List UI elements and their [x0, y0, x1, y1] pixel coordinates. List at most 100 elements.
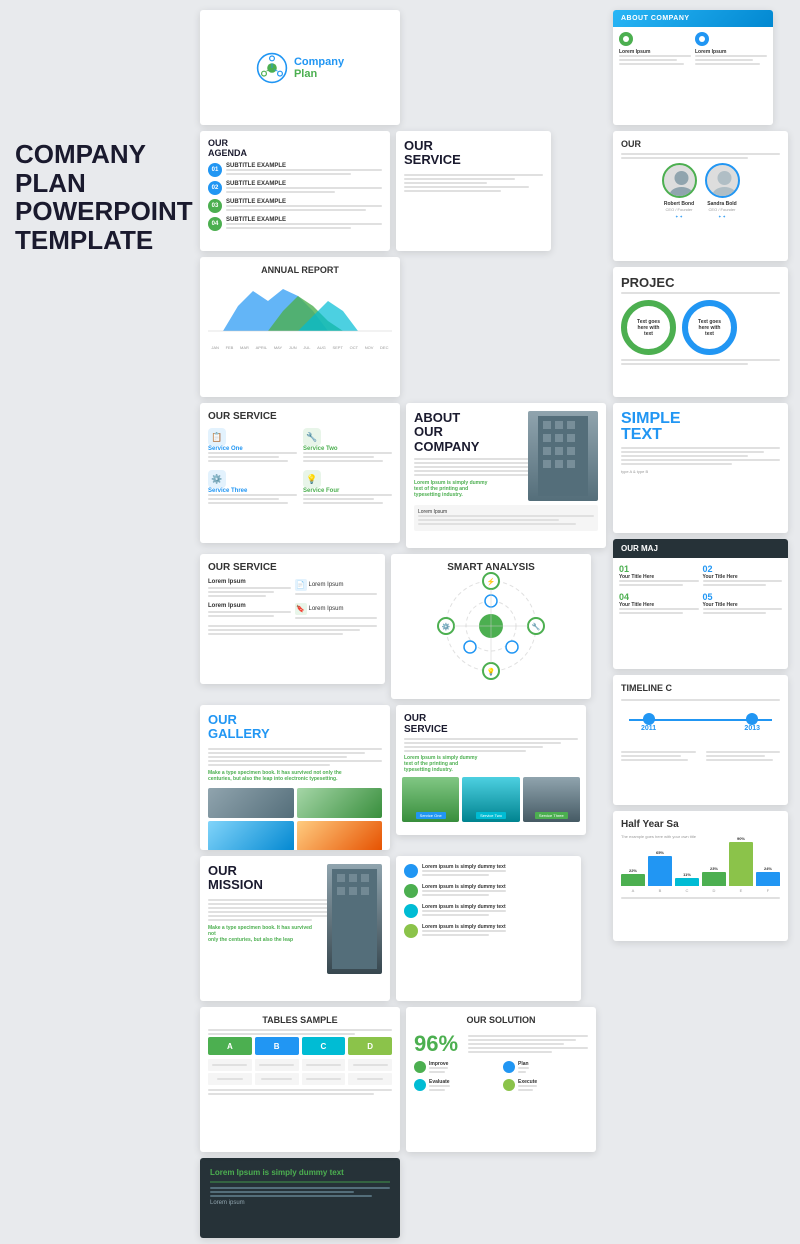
service-icon-1: 📋 [208, 428, 226, 446]
bar-fill-1 [621, 874, 645, 886]
tables-slide: TABLES SAMPLE A B C D [200, 1007, 400, 1152]
step-evaluate: Evaluate [414, 1079, 499, 1093]
solution-title: OUR SOLUTION [414, 1015, 588, 1025]
service-left-title: OUR SERVICE [208, 562, 377, 573]
major-item-4: 05 Your Title Here [703, 592, 783, 616]
bar-fill-4 [702, 872, 726, 886]
row-2: OURAGENDA 01 SUBTITLE EXAMPLE 02 SUBTITL… [200, 131, 610, 251]
timeline-year-2: 2013 [744, 725, 760, 732]
tables-title: TABLES SAMPLE [208, 1015, 392, 1025]
mission-item-4: Lorem ipsum is simply dummy text [404, 924, 573, 938]
major-num-3: 04 [619, 592, 699, 602]
mission-icon-1 [404, 864, 418, 878]
service-grid-slide: OUR SERVICE 📋 Service One 🔧 Service Two … [200, 403, 400, 543]
gallery-slide: OURGALLERY Make a type specimen book. It… [200, 705, 390, 850]
header-a: A [208, 1037, 252, 1055]
about-icon-svg-2 [698, 35, 706, 43]
service-item-3: ⚙️ Service Three [208, 470, 297, 506]
about-icon-2 [695, 32, 709, 46]
timeline-dot-2 [746, 713, 758, 725]
cell-2-1 [208, 1073, 252, 1085]
service-left-grid: Lorem Ipsum 📄 Lorem Ipsum Lorem Ipsum [208, 579, 377, 621]
simple-text-slide: SIMPLETEXT type A & type B [613, 403, 788, 533]
right-slides: ABOUT COMPANY Lorem Ipsum [613, 10, 795, 947]
major-num-4: 05 [703, 592, 783, 602]
bar-fill-3 [675, 878, 699, 886]
header-b: B [255, 1037, 299, 1055]
left-title-area: COMPANY PLAN POWERPOINT TEMPLATE [15, 140, 190, 254]
our-team-slide: OUR Robert Bond CEO / Founder ✦ ✦ [613, 131, 788, 261]
smart-box: Lorem Ipsum [414, 505, 598, 531]
bar-6: 24% F [756, 866, 780, 893]
about-company-right: ABOUT COMPANY Lorem Ipsum [613, 10, 795, 125]
service-photos-title: OURSERVICE [404, 713, 578, 735]
team-row: Robert Bond CEO / Founder ✦ ✦ Sandra Bol… [621, 163, 780, 219]
agenda-num-4: 04 [208, 217, 222, 231]
timeline-content-1 [621, 751, 696, 763]
major-header: OUR MAJ [613, 539, 788, 558]
service-big-slide: OURSERVICE [396, 131, 551, 251]
service-grid: 📋 Service One 🔧 Service Two ⚙️ Service T… [208, 428, 392, 506]
gallery-grid [208, 788, 382, 850]
row-8: TABLES SAMPLE A B C D [200, 1007, 610, 1152]
agenda-text-4: SUBTITLE EXAMPLE [226, 217, 382, 231]
about-company-slide: ABOUT COMPANY Lorem Ipsum [613, 10, 773, 125]
photos-grid: Service One Service Two Service Three [396, 777, 586, 822]
annual-chart [208, 281, 392, 336]
row-9: Lorem Ipsum is simply dummy text Lorem i… [200, 1158, 610, 1238]
service-left-slide: OUR SERVICE Lorem Ipsum 📄 Lorem Ipsum [200, 554, 385, 684]
smart-svg: ⚡ 🔧 💡 ⚙️ [436, 571, 546, 681]
agenda-text-1: SUBTITLE EXAMPLE [226, 163, 382, 177]
project-circles: Text goeshere withtext Text goeshere wit… [621, 300, 780, 355]
bottom-divider [210, 1181, 390, 1183]
gallery-img-1 [208, 788, 294, 818]
bottom-dark-accent: Lorem Ipsum is simply dummy text [210, 1168, 390, 1177]
mission-slide: OURMISSION Make a type specimen book. It… [200, 856, 390, 1001]
svc-icon-2: 🔖 [295, 603, 307, 615]
svg-text:⚙️: ⚙️ [442, 622, 451, 631]
agenda-item-4: 04 SUBTITLE EXAMPLE [208, 217, 382, 231]
chart-labels: JAN FEB MAR APRIL MAY JUN JUL AUG SEPT O… [208, 345, 392, 350]
solution-percent: 96% [414, 1031, 458, 1057]
agenda-item-1: 01 SUBTITLE EXAMPLE [208, 163, 382, 177]
annual-title: ANNUAL REPORT [208, 265, 392, 275]
about-content: Lorem Ipsum Lorem Ipsum [613, 27, 773, 72]
row-6: OURGALLERY Make a type specimen book. It… [200, 705, 610, 850]
bar-1: 22% A [621, 868, 645, 893]
service-grid-title: OUR SERVICE [208, 411, 392, 422]
table-row-1 [208, 1059, 392, 1071]
avatar-1 [662, 163, 697, 198]
row-4: OUR SERVICE 📋 Service One 🔧 Service Two … [200, 403, 610, 548]
agenda-num-1: 01 [208, 163, 222, 177]
photo-2: Service Two [462, 777, 519, 822]
bar-chart: 22% A 65% B 11% C 23% [621, 843, 780, 893]
svg-text:🔧: 🔧 [532, 622, 541, 631]
timeline-right: TIMELINE C 2011 2013 [613, 675, 795, 805]
solution-steps: Improve Plan Evaluat [414, 1061, 588, 1093]
gallery-img-4 [297, 821, 383, 850]
step-improve: Improve [414, 1061, 499, 1075]
about-header: ABOUT COMPANY [613, 10, 773, 27]
mission-items-slide: Lorem ipsum is simply dummy text Lorem i… [396, 856, 581, 1001]
timeline-content-2 [706, 751, 781, 763]
main-title: COMPANY PLAN POWERPOINT TEMPLATE [15, 140, 190, 254]
gallery-img-3 [208, 821, 294, 850]
team-member-1: Robert Bond CEO / Founder ✦ ✦ [662, 163, 697, 219]
row-7: OURMISSION Make a type specimen book. It… [200, 856, 610, 1001]
step-icon-plan [503, 1061, 515, 1073]
timeline-year-1: 2011 [641, 725, 656, 732]
halfyear-slide: Half Year Sa The example goes here with … [613, 811, 788, 941]
major-item-3: 04 Your Title Here [619, 592, 699, 616]
avatar-2 [705, 163, 740, 198]
team-social-2: ✦ ✦ [705, 214, 740, 219]
row-3: ANNUAL REPORT JAN FEB MAR APRIL MAY JUN [200, 257, 610, 397]
logo: Company Plan [256, 52, 344, 84]
step-icon-evaluate [414, 1079, 426, 1091]
bar-2: 65% B [648, 850, 672, 893]
major-num-1: 01 [619, 564, 699, 574]
mission-item-2: Lorem ipsum is simply dummy text [404, 884, 573, 898]
mission-icon-3 [404, 904, 418, 918]
project-title: PROJEC [621, 275, 780, 290]
building-photo [528, 411, 598, 501]
service-box-4: 🔖 Lorem Ipsum [295, 603, 378, 621]
